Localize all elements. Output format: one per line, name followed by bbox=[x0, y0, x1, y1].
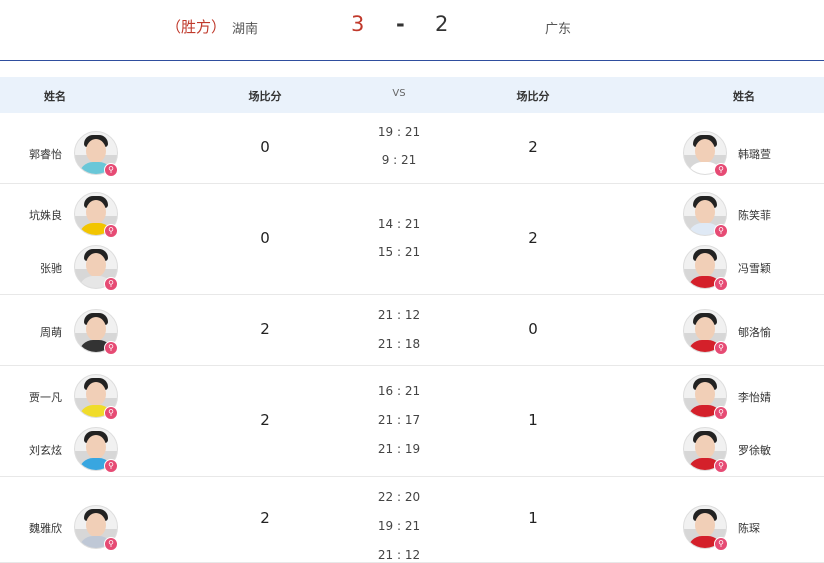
avatar-face bbox=[86, 200, 106, 224]
match-score-left: 2 bbox=[260, 410, 270, 429]
match-score-left: 2 bbox=[260, 319, 270, 338]
team2-name[interactable]: 广东 bbox=[545, 18, 571, 37]
player-name-right[interactable]: 李怡婧 bbox=[738, 389, 771, 405]
match-score-right: 2 bbox=[528, 228, 538, 247]
column-header-vs: VS bbox=[392, 88, 406, 99]
avatar-face bbox=[695, 200, 715, 224]
ping-pong-paddle-icon: ⚲ bbox=[104, 224, 118, 238]
player-name-right[interactable]: 冯雪颖 bbox=[738, 260, 771, 276]
player-name-left[interactable]: 郭睿怡 bbox=[29, 146, 62, 162]
game-score: 21 : 12 bbox=[377, 308, 421, 322]
game-score: 19 : 21 bbox=[377, 125, 421, 139]
match-header: （胜方） 湖南 3 - 2 广东 bbox=[0, 0, 824, 61]
ping-pong-paddle-icon: ⚲ bbox=[714, 341, 728, 355]
table-row: 周萌 ⚲ ⚲ 郇洛愉 2 0 21 : 12 21 : 18 bbox=[0, 294, 824, 366]
game-score: 21 : 12 bbox=[377, 548, 421, 562]
team1-name[interactable]: 湖南 bbox=[232, 18, 258, 37]
table-header: 姓名 场比分 VS 场比分 姓名 bbox=[0, 77, 824, 113]
avatar-face bbox=[86, 513, 106, 537]
match-score-left: 0 bbox=[260, 138, 270, 156]
column-header-name-right: 姓名 bbox=[733, 90, 755, 103]
column-header-score-right: 场比分 bbox=[516, 90, 550, 103]
table-row: 坑姝良 ⚲ 张驰 ⚲ ⚲ 陈笑菲 ⚲ 冯雪颖 0 2 14 : 21 15 : 21 bbox=[0, 183, 824, 295]
game-score: 14 : 21 bbox=[377, 217, 421, 231]
ping-pong-paddle-icon: ⚲ bbox=[714, 163, 728, 177]
ping-pong-paddle-icon: ⚲ bbox=[104, 459, 118, 473]
ping-pong-paddle-icon: ⚲ bbox=[104, 537, 118, 551]
ping-pong-paddle-icon: ⚲ bbox=[714, 224, 728, 238]
player-name-left[interactable]: 贾一凡 bbox=[29, 389, 62, 405]
team1-score: 3 bbox=[351, 12, 365, 36]
team2-score: 2 bbox=[435, 12, 449, 36]
avatar-face bbox=[695, 139, 715, 163]
ping-pong-paddle-icon: ⚲ bbox=[104, 163, 118, 177]
ping-pong-paddle-icon: ⚲ bbox=[714, 459, 728, 473]
avatar-face bbox=[695, 513, 715, 537]
player-name-right[interactable]: 韩璐萱 bbox=[738, 146, 771, 162]
avatar-face bbox=[86, 317, 106, 341]
ping-pong-paddle-icon: ⚲ bbox=[714, 406, 728, 420]
ping-pong-paddle-icon: ⚲ bbox=[104, 406, 118, 420]
player-name-right[interactable]: 陈琛 bbox=[738, 520, 760, 536]
avatar-face bbox=[695, 317, 715, 341]
table-row: 魏雅欣 ⚲ ⚲ 陈琛 2 1 22 : 20 19 : 21 21 : 12 bbox=[0, 476, 824, 563]
table-row: 郭睿怡 ⚲ ⚲ 韩璐萱 0 2 19 : 21 9 : 21 bbox=[0, 113, 824, 184]
avatar-face bbox=[695, 253, 715, 277]
game-score: 9 : 21 bbox=[381, 153, 417, 167]
match-score-right: 1 bbox=[528, 410, 538, 429]
avatar-face bbox=[86, 139, 106, 163]
match-score-right: 2 bbox=[528, 138, 538, 156]
game-score: 15 : 21 bbox=[377, 245, 421, 259]
avatar-face bbox=[695, 435, 715, 459]
ping-pong-paddle-icon: ⚲ bbox=[714, 277, 728, 291]
match-score-left: 2 bbox=[260, 509, 270, 527]
game-score: 21 : 18 bbox=[377, 337, 421, 351]
match-score-left: 0 bbox=[260, 228, 270, 247]
winner-label: （胜方） bbox=[166, 18, 227, 36]
ping-pong-paddle-icon: ⚲ bbox=[714, 537, 728, 551]
player-name-left[interactable]: 刘玄炫 bbox=[29, 442, 62, 458]
player-name-left[interactable]: 坑姝良 bbox=[29, 207, 62, 223]
player-name-right[interactable]: 陈笑菲 bbox=[738, 207, 771, 223]
player-name-right[interactable]: 罗徐敏 bbox=[738, 442, 771, 458]
game-score: 16 : 21 bbox=[377, 384, 421, 398]
game-score: 19 : 21 bbox=[377, 519, 421, 533]
avatar-face bbox=[86, 253, 106, 277]
column-header-score-left: 场比分 bbox=[248, 90, 282, 103]
player-name-left[interactable]: 周萌 bbox=[40, 324, 62, 340]
game-score: 21 : 19 bbox=[377, 442, 421, 456]
table-row: 贾一凡 ⚲ 刘玄炫 ⚲ ⚲ 李怡婧 ⚲ 罗徐敏 2 1 16 : 21 21 : 17 21 : 19 bbox=[0, 365, 824, 477]
score-separator: - bbox=[396, 12, 405, 36]
ping-pong-paddle-icon: ⚲ bbox=[104, 277, 118, 291]
avatar-face bbox=[86, 435, 106, 459]
match-score-right: 0 bbox=[528, 319, 538, 338]
player-name-right[interactable]: 郇洛愉 bbox=[738, 324, 771, 340]
player-name-left[interactable]: 魏雅欣 bbox=[29, 520, 62, 536]
avatar-face bbox=[695, 382, 715, 406]
column-header-name-left: 姓名 bbox=[44, 90, 66, 103]
ping-pong-paddle-icon: ⚲ bbox=[104, 341, 118, 355]
match-score-right: 1 bbox=[528, 509, 538, 527]
avatar-face bbox=[86, 382, 106, 406]
player-name-left[interactable]: 张驰 bbox=[40, 260, 62, 276]
game-score: 22 : 20 bbox=[377, 490, 421, 504]
game-score: 21 : 17 bbox=[377, 413, 421, 427]
